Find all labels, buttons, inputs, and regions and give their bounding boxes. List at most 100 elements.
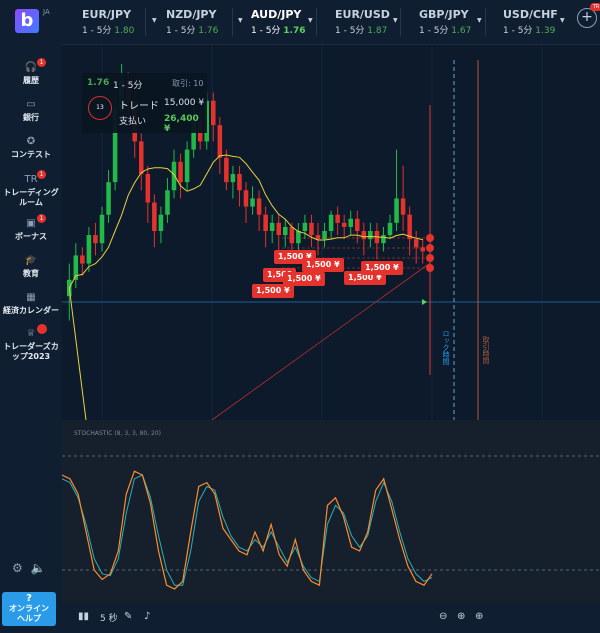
bonus-badge: 1 — [37, 214, 46, 223]
sidebar-item-education[interactable]: 🎓 教育 — [0, 255, 62, 279]
sidebar-item-label: 経済カレンダー — [3, 306, 59, 315]
candle — [283, 226, 288, 236]
candle — [328, 214, 334, 231]
candle — [171, 161, 177, 191]
trade-marker — [426, 254, 434, 262]
add-asset-button[interactable]: + — [577, 8, 597, 28]
online-help-button[interactable]: ? オンライン ヘルプ — [2, 592, 56, 626]
stochastic-panel[interactable]: STOCHASTIC (8, 3, 3, 80, 20) — [62, 420, 600, 603]
sidebar-item-traders-cup[interactable]: ♕ トレーダーズカ ップ2023 — [0, 324, 62, 362]
trade-tag[interactable]: 1,500 ¥ — [361, 261, 403, 275]
sidebar-item-contest[interactable]: ✪ コンテスト — [0, 136, 62, 160]
trend-line — [211, 262, 431, 420]
zoom-in-icon[interactable]: ⊕ — [475, 611, 483, 622]
draw-tool-icon[interactable]: ✎ — [124, 611, 132, 622]
sidebar-item-bank[interactable]: ▭ 銀行 — [0, 99, 62, 123]
candle — [400, 198, 406, 215]
sidebar: b JA 🎧 1 履歴 ▭ 銀行 ✪ コンテスト TR 1 トレーディング ルー… — [0, 0, 62, 633]
candle — [381, 235, 386, 244]
trading-room-badge: 1 — [37, 170, 46, 179]
candle — [355, 218, 360, 231]
stochastic-chart — [62, 455, 600, 590]
candle-type-icon[interactable]: ▮▮ — [78, 611, 89, 622]
price-pointer — [422, 299, 427, 305]
trade-tag[interactable]: 1,500 ¥ — [252, 284, 294, 298]
candle — [237, 174, 242, 191]
candle — [145, 174, 151, 203]
trade-info-panel: 1.76 1 - 5分 取引: 10 13 トレード 15,000 ¥ 支払い … — [82, 73, 207, 134]
candle — [165, 190, 170, 215]
chevron-down-icon: ▼ — [393, 17, 398, 24]
candle — [289, 226, 295, 244]
chevron-down-icon: ▼ — [308, 17, 313, 24]
sidebar-item-calendar[interactable]: ▦ 経済カレンダー — [0, 292, 62, 316]
candle — [387, 222, 393, 236]
asset-tabs: EUR/JPY 1 - 5分 1.80 ▼ NZD/JPY 1 - 5分 1.7… — [62, 0, 600, 45]
tab-sub: 1 - 5分 1.67 — [419, 26, 472, 36]
language-label[interactable]: JA — [43, 8, 50, 16]
cup-badge — [37, 324, 47, 334]
trade-tag[interactable]: 1,500 ¥ — [302, 258, 344, 272]
zoom-out-icon[interactable]: ⊖ — [439, 611, 447, 622]
candle — [302, 222, 308, 231]
sidebar-item-trading-room[interactable]: TR 1 トレーディング ルーム — [0, 170, 62, 208]
tab-sub: 1 - 5分 1.87 — [335, 26, 388, 36]
candle — [269, 222, 275, 231]
zoom-reset-icon[interactable]: ⊕ — [457, 611, 465, 622]
sidebar-item-label: コンテスト — [11, 150, 51, 159]
candle — [93, 235, 98, 244]
stoch-k-line — [62, 470, 433, 590]
sidebar-item-bonus[interactable]: ▣ 1 ボーナス — [0, 214, 62, 242]
sidebar-item-label: 教育 — [23, 269, 39, 278]
help-label: オンライン ヘルプ — [9, 604, 49, 623]
candle — [335, 214, 340, 223]
sidebar-item-history[interactable]: 🎧 1 履歴 — [0, 58, 62, 86]
candle — [86, 235, 92, 264]
sidebar-item-label: 銀行 — [23, 113, 39, 122]
trade-label: トレード — [119, 101, 159, 112]
candle — [256, 198, 262, 215]
bottom-icons: ⚙ 🔈 — [12, 561, 54, 575]
sidebar-item-label: 履歴 — [23, 76, 39, 85]
duration-label: 1 - 5分 — [113, 81, 143, 91]
timeframe-button[interactable]: 5 秒 — [100, 611, 118, 624]
candle — [368, 231, 373, 240]
tab-pair: AUD/JPY — [251, 8, 302, 21]
indicator-icon[interactable]: ♪ — [144, 611, 150, 622]
tab-pair: NZD/JPY — [166, 8, 217, 21]
tab-sub: 1 - 5分 1.80 — [82, 26, 135, 36]
payout-rate: 1.76 — [87, 78, 110, 88]
candle — [276, 222, 281, 236]
tab-pair: GBP/JPY — [419, 8, 469, 21]
candle — [178, 161, 183, 183]
tab-sub: 1 - 5分 1.76 — [166, 26, 219, 36]
candle — [184, 149, 190, 183]
candle — [296, 231, 301, 244]
tab-sub: 1 - 5分 1.76 — [251, 26, 306, 36]
lock-time-label: ロック時間 — [442, 330, 450, 365]
tab-pair: EUR/JPY — [82, 8, 132, 21]
trade-marker — [426, 264, 434, 272]
candle — [224, 157, 229, 183]
sidebar-item-label: トレーディング ルーム — [3, 188, 59, 207]
candle — [348, 218, 353, 227]
trade-count: 取引: 10 — [172, 79, 204, 88]
candle — [420, 247, 425, 252]
candle — [106, 182, 111, 215]
candle — [309, 222, 314, 236]
add-asset-badge: TR — [590, 3, 600, 11]
brand-logo[interactable]: b — [15, 9, 39, 33]
trade-tag[interactable]: 1,500 ¥ — [283, 272, 325, 286]
candle — [80, 255, 85, 264]
settings-icon[interactable]: ⚙ — [12, 561, 23, 575]
sound-icon[interactable]: 🔈 — [31, 561, 46, 575]
candle — [158, 214, 164, 231]
candle — [243, 190, 249, 207]
tab-sub: 1 - 5分 1.39 — [503, 26, 556, 36]
trade-marker — [426, 234, 434, 242]
chart-toolbar: ▮▮ 5 秒 ✎ ♪ ⊖ ⊕ ⊕ — [62, 603, 600, 633]
trophy-icon: ✪ — [26, 136, 36, 147]
tab-pair: USD/CHF — [503, 8, 558, 21]
history-badge: 1 — [37, 58, 46, 67]
expiry-time-label: 取引時間 — [482, 336, 490, 364]
